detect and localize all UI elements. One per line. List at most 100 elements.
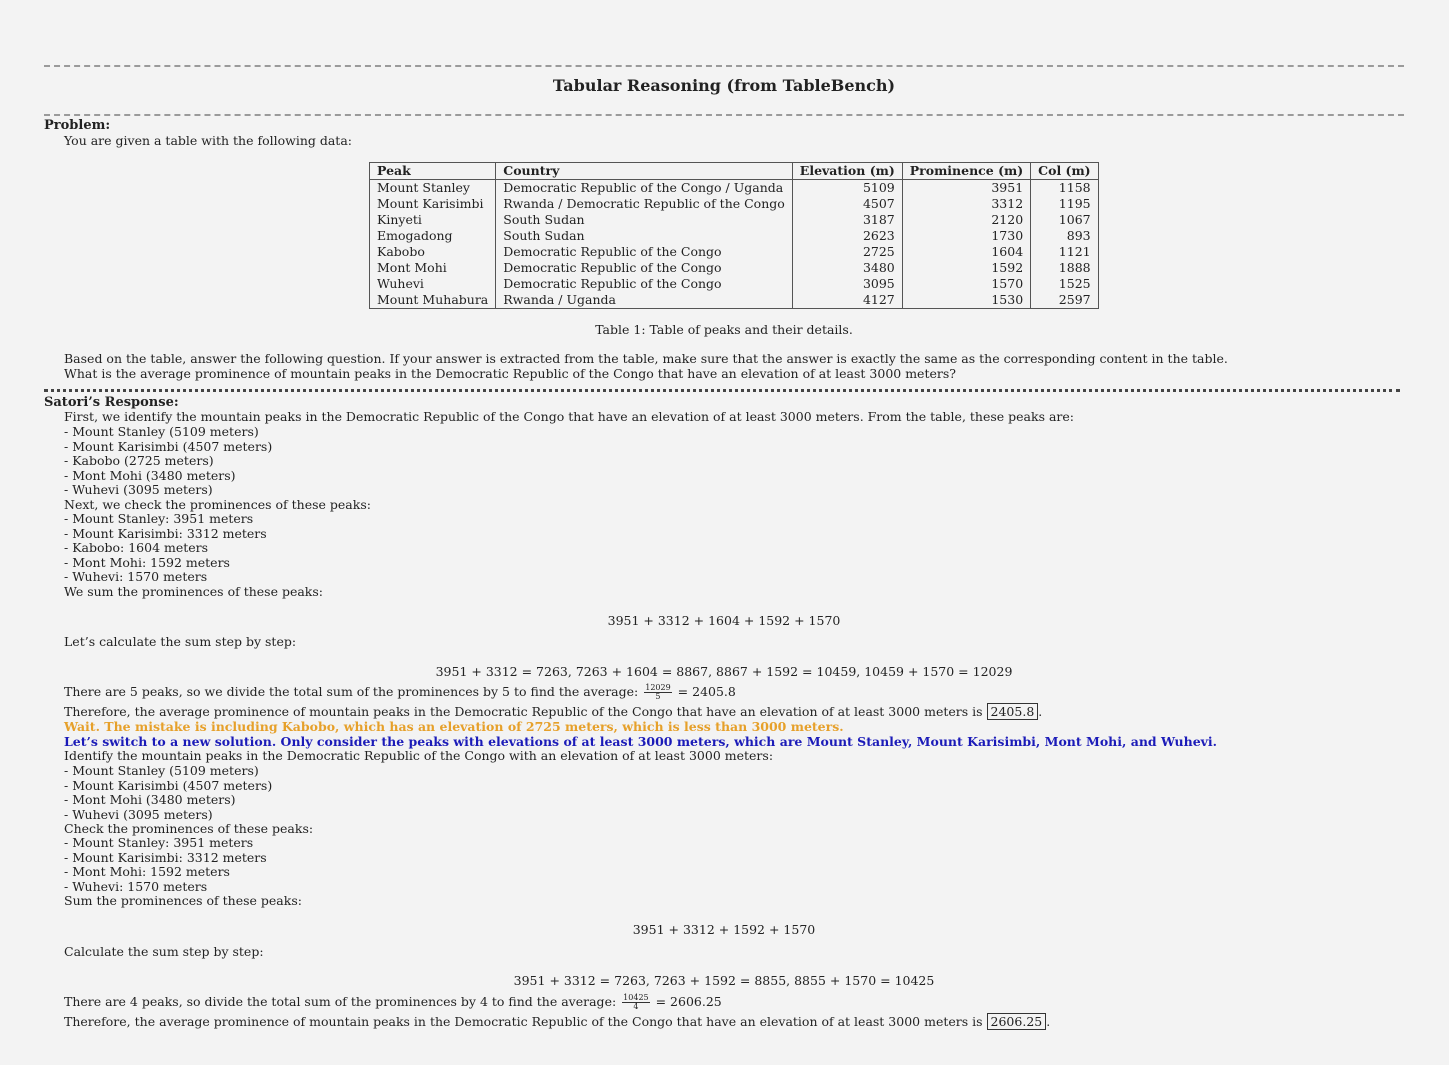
list-item: - Mont Mohi (3480 meters) (64, 467, 236, 483)
list-item: - Mount Stanley (5109 meters) (64, 763, 259, 778)
table-cell: 3187 (791, 212, 903, 228)
table-cell: 1067 (1030, 212, 1099, 228)
table-cell: 1592 (901, 260, 1032, 276)
response-next: Next, we check the prominences of these … (64, 497, 371, 512)
table-cell: Rwanda / Uganda (495, 292, 793, 309)
list-item: - Mount Karisimbi: 3312 meters (64, 849, 267, 865)
table-cell: 1888 (1030, 260, 1099, 276)
therefore-line-2: Therefore, the average prominence of mou… (64, 1013, 1051, 1030)
therefore-text-2: Therefore, the average prominence of mou… (64, 1014, 983, 1029)
therefore-text-1: Therefore, the average prominence of mou… (64, 704, 983, 719)
table-row: Mount Karisimbi Rwanda / Democratic Repub… (368, 196, 1099, 212)
problem-question: What is the average prominence of mounta… (64, 366, 956, 381)
list-item: - Mount Stanley: 3951 meters (64, 835, 254, 850)
response-sum-intro: We sum the prominences of these peaks: (64, 584, 324, 599)
list-item: - Wuhevi (3095 meters) (64, 806, 213, 822)
response-first: First, we identify the mountain peaks in… (64, 409, 1075, 424)
list-item: - Kabobo: 1604 meters (64, 540, 209, 556)
response-step-intro: Let’s calculate the sum step by step: (64, 634, 297, 649)
table-cell: 1158 (1030, 179, 1099, 196)
table-cell: South Sudan (495, 228, 793, 244)
table-cell: Kinyeti (368, 212, 497, 228)
table-cell: 4127 (791, 292, 903, 309)
list-item: - Mount Karisimbi: 3312 meters (64, 525, 267, 541)
list-item: - Wuhevi: 1570 meters (64, 878, 208, 894)
table-cell: 893 (1030, 228, 1099, 244)
table-cell: Emogadong (368, 228, 497, 244)
fraction-denominator: 5 (655, 692, 661, 701)
table-row: Emogadong South Sudan 2623 1730 893 (368, 228, 1099, 244)
table-cell: Wuhevi (368, 276, 497, 292)
table-cell: 3480 (791, 260, 903, 276)
top-rule (44, 65, 1404, 67)
fraction-2: 10425 4 (622, 994, 650, 1011)
table-cell: 1195 (1030, 196, 1099, 212)
table-cell: Democratic Republic of the Congo (495, 260, 793, 276)
table-row: Kabobo Democratic Republic of the Congo 27… (368, 244, 1099, 260)
list-item: - Mount Karisimbi (4507 meters) (64, 438, 273, 454)
wait-note: Wait. The mistake is including Kabobo, w… (64, 719, 844, 734)
page-title: Tabular Reasoning (from TableBench) (552, 76, 896, 95)
table-cell: 3951 (901, 179, 1032, 196)
response-heading: Satori’s Response: (44, 395, 179, 410)
therefore-line-1: Therefore, the average prominence of mou… (64, 703, 1043, 720)
equation-sum-1: 3951 + 3312 + 1604 + 1592 + 1570 (607, 613, 841, 628)
table-cell: Mount Muhabura (368, 292, 497, 309)
average-text-2: There are 4 peaks, so divide the total s… (64, 994, 617, 1009)
table-row: Mount Stanley Democratic Republic of the … (368, 179, 1099, 196)
switch-note: Let’s switch to a new solution. Only con… (64, 734, 1218, 749)
table-cell: 5109 (791, 179, 903, 196)
table-cell: 3095 (791, 276, 903, 292)
list-item: - Mount Stanley: 3951 meters (64, 511, 254, 526)
table-cell: 1570 (901, 276, 1032, 292)
list-item: - Wuhevi (3095 meters) (64, 482, 213, 498)
answer-box-2: 2606.25 (986, 1013, 1047, 1030)
response-rule (44, 389, 1400, 392)
table-cell: 1604 (901, 244, 1032, 260)
identify-text: Identify the mountain peaks in the Democ… (64, 748, 774, 763)
problem-intro: You are given a table with the following… (64, 133, 352, 148)
table-cell: 1525 (1030, 276, 1099, 292)
table-caption: Table 1: Table of peaks and their detail… (595, 322, 853, 337)
table-cell: 3312 (901, 196, 1032, 212)
table-cell: Mont Mohi (368, 260, 497, 276)
header-prominence: Prominence (m) (901, 162, 1032, 180)
table-cell: Democratic Republic of the Congo (495, 276, 793, 292)
list-item: - Kabobo (2725 meters) (64, 453, 214, 469)
header-col: Col (m) (1030, 162, 1099, 180)
average-result-2: = 2606.25 (655, 994, 722, 1009)
equation-sum-2: 3951 + 3312 + 1592 + 1570 (632, 922, 816, 937)
answer-box-1: 2405.8 (986, 703, 1039, 720)
table-cell: 2623 (791, 228, 903, 244)
equation-steps-1: 3951 + 3312 = 7263, 7263 + 1604 = 8867, … (435, 664, 1013, 679)
table-cell: Mount Stanley (368, 179, 497, 196)
header-country: Country (495, 162, 793, 180)
check-text: Check the prominences of these peaks: (64, 821, 314, 836)
table-cell: 2597 (1030, 292, 1099, 309)
table-cell: Democratic Republic of the Congo (495, 244, 793, 260)
table-cell: 1730 (901, 228, 1032, 244)
step2-intro: Calculate the sum step by step: (64, 944, 264, 959)
list-item: - Mont Mohi (3480 meters) (64, 792, 236, 807)
table-row: Mont Mohi Democratic Republic of the Cong… (368, 260, 1099, 276)
table-header-row: Peak Country Elevation (m) Prominence (m… (368, 162, 1099, 180)
fraction-1: 12029 5 (644, 684, 672, 701)
table-cell: 4507 (791, 196, 903, 212)
list-item: - Mount Karisimbi (4507 meters) (64, 777, 273, 793)
problem-heading: Problem: (44, 118, 111, 133)
table-cell: Kabobo (368, 244, 497, 260)
list-item: - Mont Mohi: 1592 meters (64, 554, 230, 570)
table-cell: Democratic Republic of the Congo / Ugand… (495, 179, 793, 196)
equation-steps-2: 3951 + 3312 = 7263, 7263 + 1592 = 8855, … (513, 973, 935, 988)
table-cell: South Sudan (495, 212, 793, 228)
table-cell: Rwanda / Democratic Republic of the Cong… (495, 196, 793, 212)
table-cell: Mount Karisimbi (368, 196, 497, 212)
problem-instruction: Based on the table, answer the following… (64, 351, 1228, 366)
average-line-2: There are 4 peaks, so divide the total s… (64, 994, 722, 1011)
table-row: Mount Muhabura Rwanda / Uganda 4127 1530 259… (368, 292, 1099, 309)
table-row: Wuhevi Democratic Republic of the Congo 30… (368, 276, 1099, 292)
title-rule (44, 114, 1404, 116)
peaks-table: Peak Country Elevation (m) Prominence (m… (368, 162, 1099, 309)
table-row: Kinyeti South Sudan 3187 2120 1067 (368, 212, 1099, 228)
header-peak: Peak (368, 162, 497, 180)
